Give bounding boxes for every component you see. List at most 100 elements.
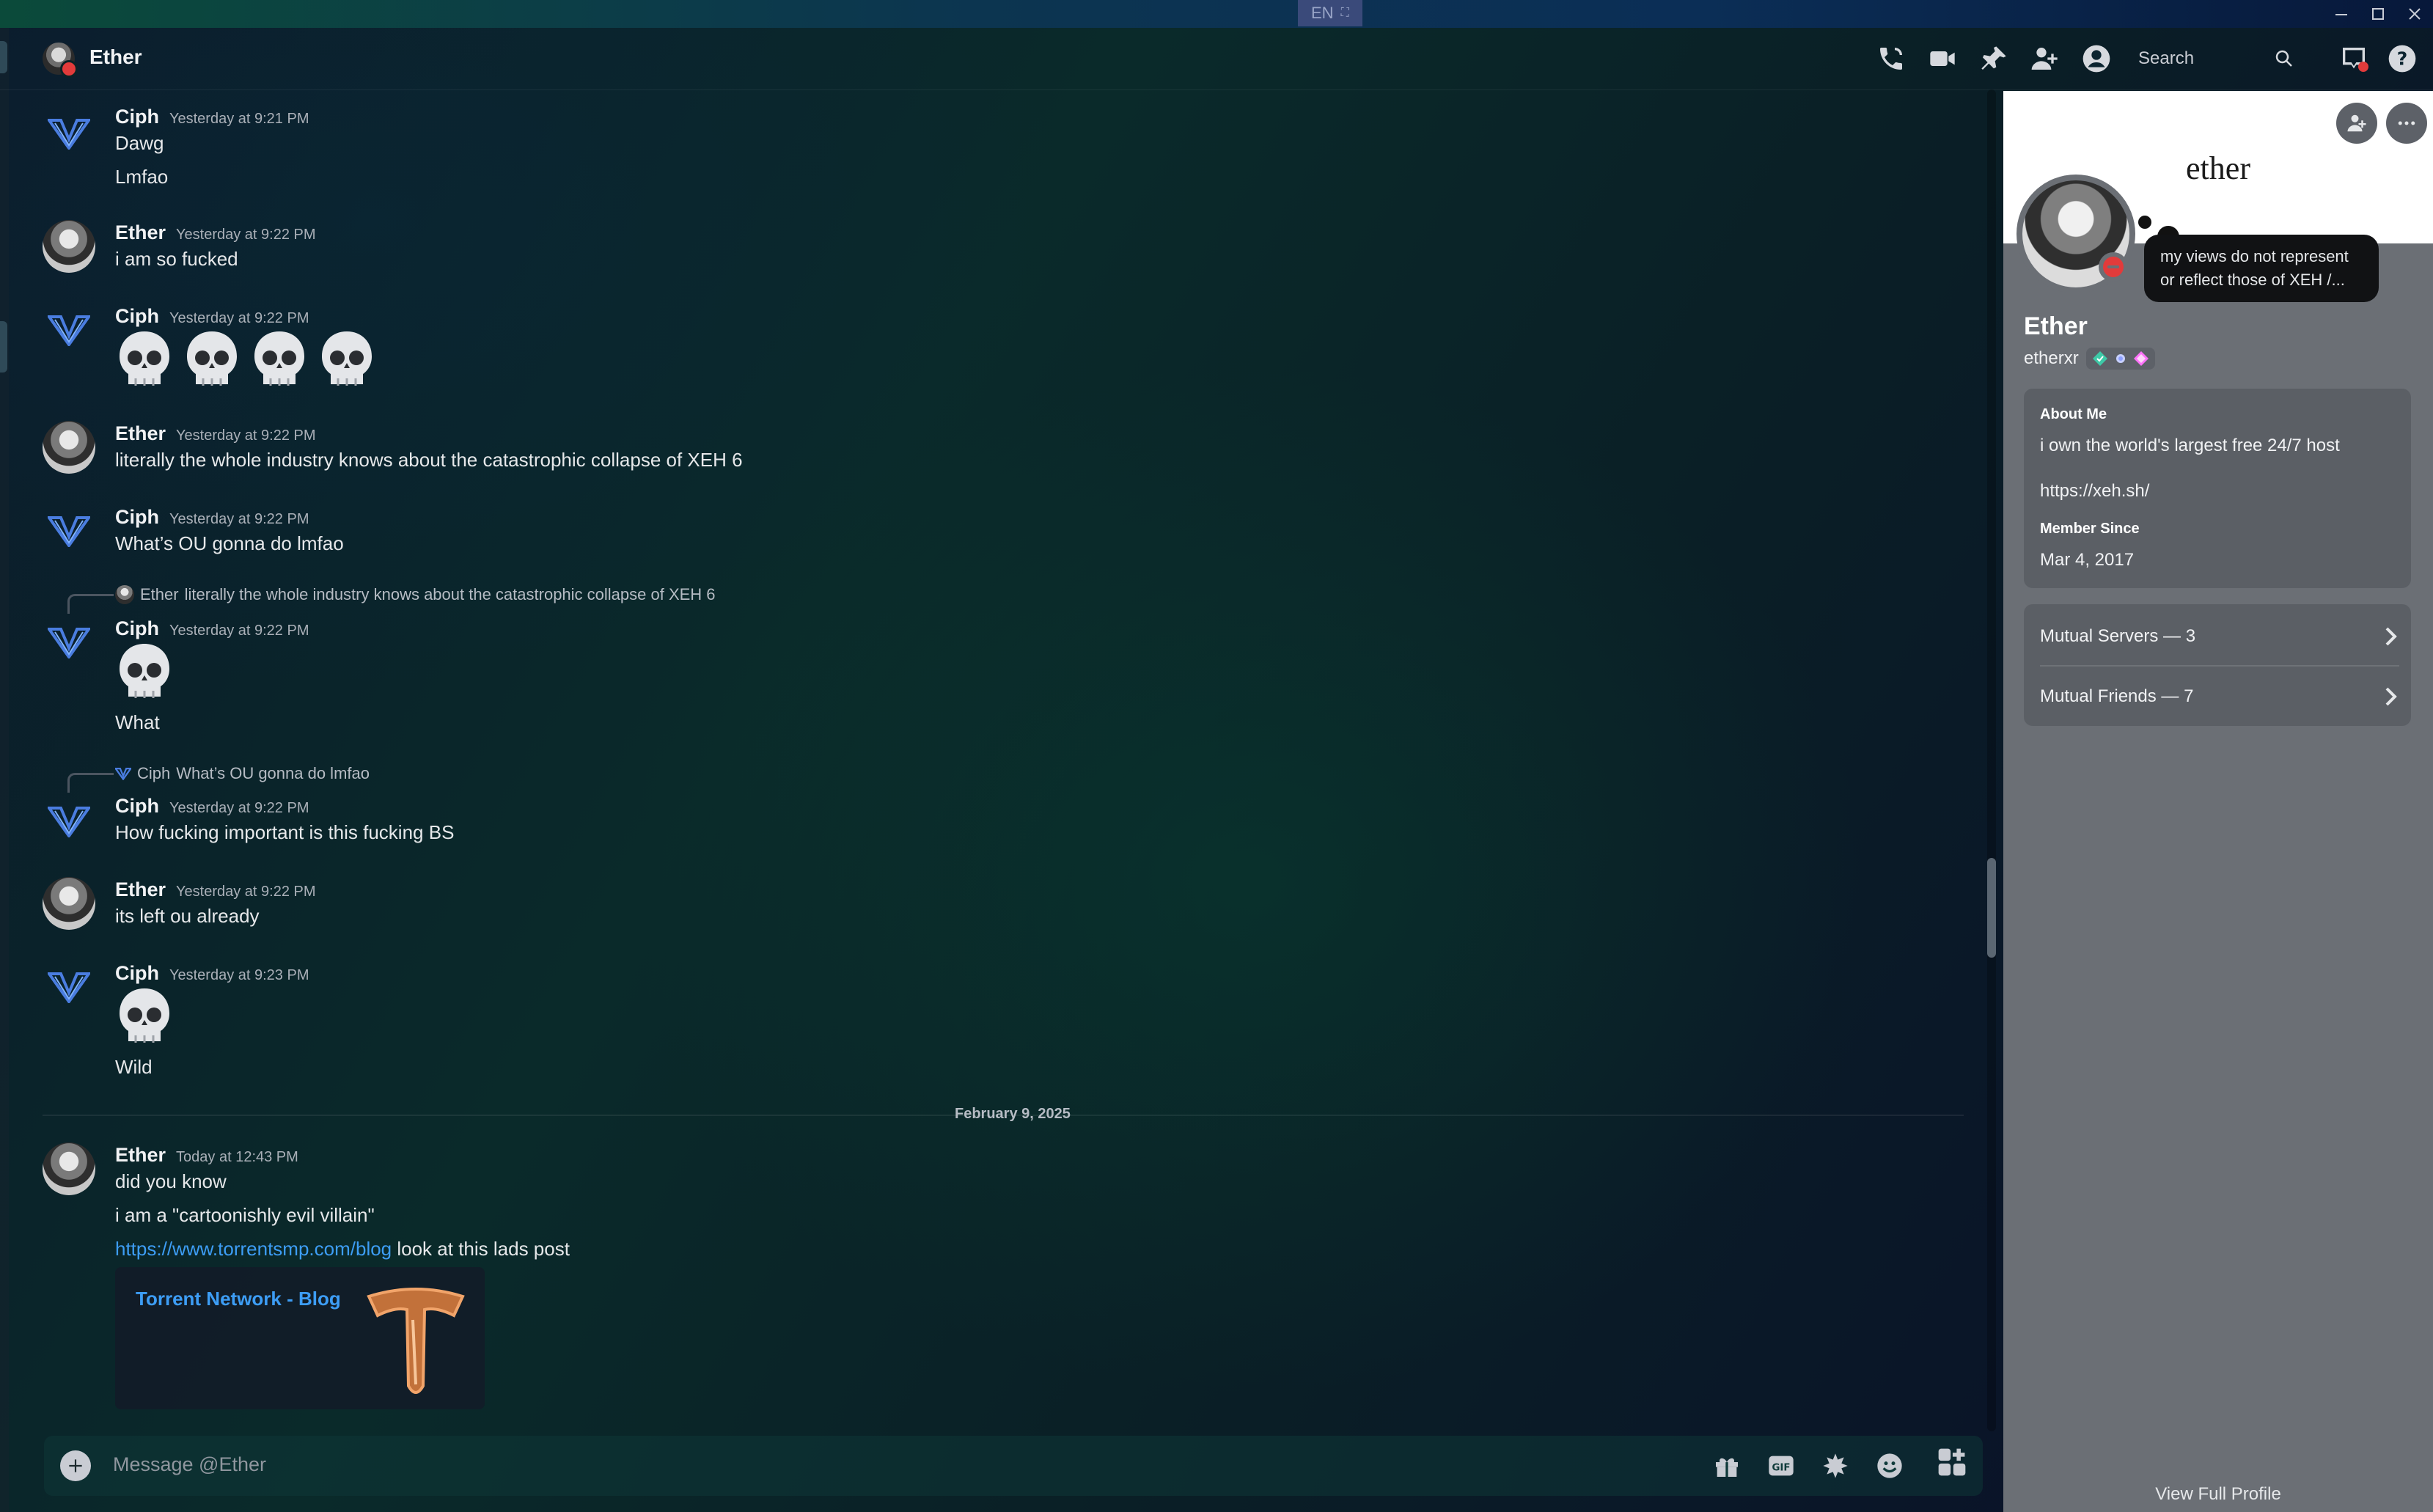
- message-author[interactable]: Ether Today at 12:43 PM: [115, 1144, 298, 1167]
- message-author[interactable]: Ciph Yesterday at 9:22 PM: [115, 795, 309, 818]
- sticker-icon[interactable]: [1817, 1447, 1854, 1484]
- message-author[interactable]: Ciph Yesterday at 9:22 PM: [115, 506, 309, 529]
- avatar[interactable]: [43, 877, 95, 930]
- message-timestamp: Yesterday at 9:23 PM: [169, 967, 309, 983]
- reply-author[interactable]: Ether: [140, 585, 179, 604]
- message-author[interactable]: Ether Yesterday at 9:22 PM: [115, 878, 316, 901]
- close-window-button[interactable]: [2396, 0, 2433, 28]
- message-author[interactable]: Ciph Yesterday at 9:22 PM: [115, 305, 309, 328]
- svg-text:GIF: GIF: [1772, 1463, 1790, 1474]
- reply-text[interactable]: literally the whole industry knows about…: [185, 585, 716, 604]
- apps-icon[interactable]: [1936, 1446, 1973, 1483]
- author-name[interactable]: Ether: [115, 422, 166, 444]
- author-name[interactable]: Ciph: [115, 962, 159, 984]
- author-name[interactable]: Ciph: [115, 617, 159, 639]
- skull-emoji-icon[interactable]: [115, 329, 174, 393]
- mutual-servers-label: Mutual Servers — 3: [2040, 626, 2196, 646]
- author-name[interactable]: Ether: [115, 221, 166, 243]
- scrollbar-thumb[interactable]: [1987, 858, 1996, 958]
- message-composer[interactable]: Message @Ether GIF: [44, 1436, 1983, 1496]
- mutual-friends-row[interactable]: Mutual Friends — 7: [2040, 667, 2399, 726]
- search-icon: [2275, 50, 2292, 67]
- avatar[interactable]: [43, 1142, 95, 1195]
- author-name[interactable]: Ciph: [115, 506, 159, 528]
- message-author[interactable]: Ciph Yesterday at 9:22 PM: [115, 617, 309, 640]
- window-titlebar: EN ⛶: [0, 0, 2433, 28]
- upload-plus-button[interactable]: [60, 1450, 91, 1481]
- mutual-servers-row[interactable]: Mutual Servers — 3: [2040, 607, 2399, 666]
- profile-username[interactable]: etherxr: [2024, 348, 2079, 369]
- hypesquad-badge-icon[interactable]: [2092, 351, 2108, 367]
- avatar[interactable]: [43, 795, 95, 848]
- avatar[interactable]: [43, 220, 95, 273]
- mutual-friends-label: Mutual Friends — 7: [2040, 686, 2194, 706]
- avatar[interactable]: [43, 504, 95, 557]
- message-list[interactable]: Ciph Yesterday at 9:21 PM Dawg Lmfao Ethe…: [0, 89, 1997, 1431]
- avatar[interactable]: [43, 43, 78, 78]
- about-me-link[interactable]: https://xeh.sh/: [2040, 481, 2149, 502]
- member-since-label: Member Since: [2040, 521, 2140, 537]
- author-name[interactable]: Ciph: [115, 305, 159, 327]
- about-me-card: About Me i own the world's largest free …: [2024, 389, 2411, 588]
- message-text: look at this lads post: [392, 1238, 570, 1260]
- custom-status-bubble[interactable]: my views do not represent or reflect tho…: [2144, 235, 2379, 302]
- author-name[interactable]: Ciph: [115, 795, 159, 817]
- view-full-profile-link[interactable]: View Full Profile: [2003, 1484, 2433, 1505]
- embed-title[interactable]: Torrent Network - Blog: [136, 1288, 341, 1310]
- svg-text:?: ?: [2397, 48, 2408, 69]
- message-text: i am so fucked: [115, 248, 238, 270]
- add-friend-icon[interactable]: [2028, 43, 2063, 75]
- reply-preview[interactable]: Ether literally the whole industry knows…: [115, 585, 716, 604]
- dnd-status-icon: [60, 60, 78, 78]
- message-timestamp: Yesterday at 9:22 PM: [176, 227, 316, 243]
- phone-icon[interactable]: [1874, 43, 1909, 75]
- gif-icon[interactable]: GIF: [1763, 1447, 1799, 1484]
- reply-text[interactable]: What’s OU gonna do lmfao: [176, 764, 370, 783]
- avatar[interactable]: [43, 421, 95, 474]
- maximize-button[interactable]: [2360, 0, 2396, 28]
- message-link[interactable]: https://www.torrentsmp.com/blog: [115, 1238, 392, 1260]
- reply-avatar: [115, 768, 131, 780]
- pin-icon[interactable]: [1976, 43, 2011, 75]
- message-input[interactable]: Message @Ether: [113, 1453, 266, 1476]
- author-name[interactable]: Ether: [115, 878, 166, 900]
- more-options-button[interactable]: [2386, 103, 2427, 144]
- video-icon[interactable]: [1925, 43, 1960, 75]
- add-friend-icon: [2347, 114, 2366, 132]
- author-name[interactable]: Ether: [115, 1144, 166, 1166]
- avatar[interactable]: [43, 616, 95, 669]
- dm-title[interactable]: Ether: [89, 45, 142, 69]
- emoji-icon[interactable]: [1871, 1447, 1908, 1484]
- nitro-badge-icon[interactable]: [2133, 351, 2149, 367]
- minimize-button[interactable]: [2323, 0, 2360, 28]
- language-indicator[interactable]: EN ⛶: [1298, 0, 1362, 26]
- message-author[interactable]: Ciph Yesterday at 9:23 PM: [115, 962, 309, 985]
- gift-icon[interactable]: [1709, 1447, 1745, 1484]
- reply-preview[interactable]: Ciph What’s OU gonna do lmfao: [115, 764, 370, 783]
- skull-emoji-icon[interactable]: [115, 986, 174, 1050]
- orb-badge-icon[interactable]: [2113, 351, 2129, 367]
- avatar[interactable]: [43, 107, 95, 160]
- message-author[interactable]: Ether Yesterday at 9:22 PM: [115, 221, 316, 244]
- profile-toggle-icon[interactable]: [2079, 43, 2114, 75]
- skull-emoji-icon[interactable]: [318, 329, 376, 393]
- skull-emoji-icon[interactable]: [250, 329, 309, 393]
- avatar[interactable]: [43, 961, 95, 1013]
- torrent-logo-icon[interactable]: [364, 1283, 467, 1401]
- search-input[interactable]: Search: [2126, 41, 2302, 76]
- skull-emoji-icon[interactable]: [183, 329, 241, 393]
- message-author[interactable]: Ether Yesterday at 9:22 PM: [115, 422, 316, 445]
- about-me-text: i own the world's largest free 24/7 host: [2040, 436, 2340, 455]
- avatar[interactable]: [43, 304, 95, 356]
- message-scrollbar[interactable]: [1987, 89, 1996, 1431]
- author-name[interactable]: Ciph: [115, 106, 159, 128]
- notification-dot: [2358, 62, 2368, 72]
- inbox-icon[interactable]: [2336, 43, 2371, 75]
- skull-emoji-icon[interactable]: [115, 641, 174, 705]
- reply-author[interactable]: Ciph: [137, 764, 170, 783]
- mutuals-card: Mutual Servers — 3 Mutual Friends — 7: [2024, 604, 2411, 726]
- link-embed[interactable]: Torrent Network - Blog: [115, 1267, 485, 1409]
- add-friend-button[interactable]: [2336, 103, 2377, 144]
- help-icon[interactable]: ?: [2385, 43, 2420, 75]
- message-author[interactable]: Ciph Yesterday at 9:21 PM: [115, 106, 309, 128]
